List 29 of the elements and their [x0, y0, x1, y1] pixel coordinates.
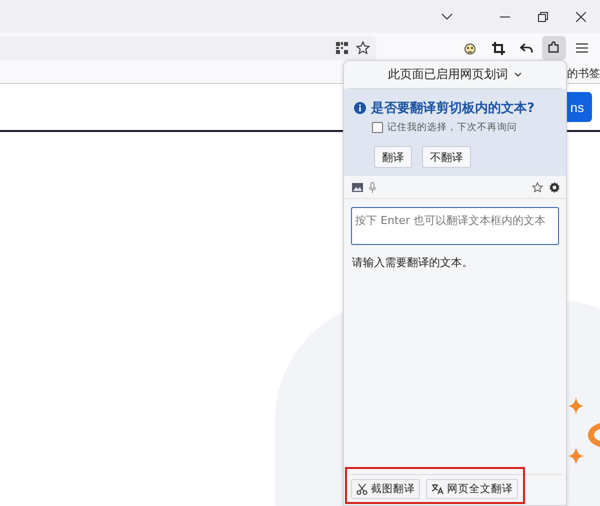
star-icon[interactable] — [532, 182, 543, 192]
checkbox[interactable] — [372, 122, 383, 133]
prompt-button[interactable]: 不翻译 — [422, 146, 471, 168]
image-icon[interactable] — [352, 182, 363, 192]
microphone-icon[interactable] — [369, 182, 376, 192]
undo-arrow-icon — [520, 42, 532, 54]
close-icon — [576, 12, 586, 22]
minimize-icon — [500, 16, 510, 18]
scissors-icon — [356, 483, 368, 495]
qr-code-icon — [336, 42, 348, 54]
bookmark-item[interactable]: 的书签 — [567, 66, 600, 80]
translation-input-field[interactable]: 按下 Enter 也可以翻译文本框内的文本 — [351, 207, 559, 245]
prompt-button[interactable]: 翻译 — [374, 146, 412, 168]
crop-icon — [492, 42, 504, 54]
translate-icon — [431, 483, 444, 495]
prompt-question: 是否要翻译剪切板内的文本? — [371, 100, 535, 117]
restore-icon — [538, 12, 548, 22]
remember-checkbox[interactable]: 记住我的选择，下次不再询问 — [354, 121, 558, 134]
footer-button[interactable]: 网页全文翻译 — [426, 479, 518, 499]
star-icon[interactable] — [356, 41, 370, 55]
menu-icon — [576, 43, 588, 53]
chevron-down-icon — [514, 72, 522, 77]
cartoon-face-icon — [463, 41, 477, 55]
info-icon — [354, 102, 366, 114]
extensions-button[interactable] — [542, 36, 566, 60]
settings-icon[interactable] — [549, 182, 560, 192]
footer-button[interactable]: 截图翻译 — [351, 479, 420, 499]
chevron-down-icon — [441, 12, 453, 20]
result-message: 请输入需要翻译的文本。 — [351, 255, 474, 271]
